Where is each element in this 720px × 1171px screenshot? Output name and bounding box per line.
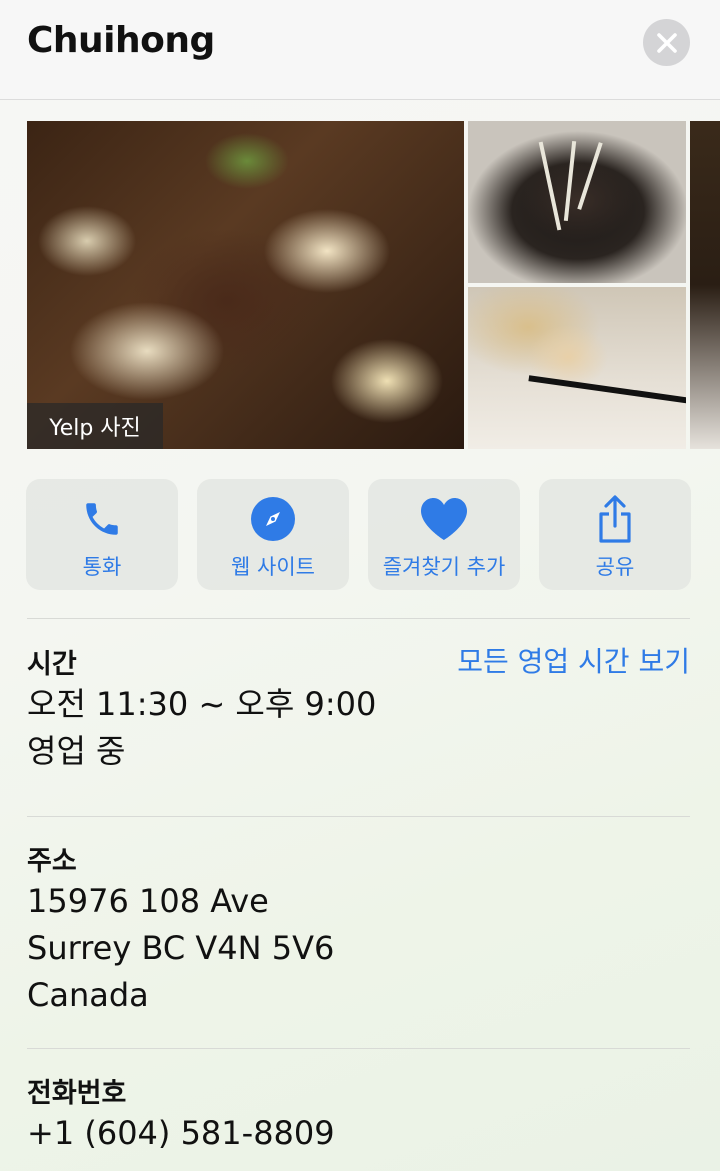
photo-next-peek[interactable] xyxy=(690,121,720,449)
address-section[interactable]: 주소 15976 108 Ave Surrey BC V4N 5V6 Canad… xyxy=(27,839,690,1019)
divider xyxy=(27,1048,690,1049)
open-status: 영업 중 xyxy=(27,732,126,770)
photo-source-badge: Yelp 사진 xyxy=(27,403,163,449)
share-button[interactable]: 공유 xyxy=(539,479,691,590)
address-line: Canada xyxy=(27,976,149,1014)
address-line: Surrey BC V4N 5V6 xyxy=(27,929,335,967)
photo-detail xyxy=(577,142,603,210)
compass-icon xyxy=(251,497,295,541)
place-header: Chuihong xyxy=(0,0,720,100)
close-icon xyxy=(656,32,677,53)
photo-main[interactable] xyxy=(27,121,464,449)
close-button[interactable] xyxy=(643,19,690,66)
call-button-label: 통화 xyxy=(82,555,122,579)
phone-number[interactable]: +1 (604) 581-8809 xyxy=(27,1110,690,1157)
photo-detail xyxy=(538,141,562,231)
phone-icon xyxy=(86,503,118,535)
photo-detail xyxy=(528,375,686,405)
website-button[interactable]: 웹 사이트 xyxy=(197,479,349,590)
share-button-label: 공유 xyxy=(595,555,635,579)
share-icon xyxy=(599,495,631,543)
heart-icon xyxy=(421,498,467,540)
all-hours-link[interactable]: 모든 영업 시간 보기 xyxy=(457,640,690,680)
photo-detail xyxy=(563,141,577,221)
add-favorite-button-label: 즐겨찾기 추가 xyxy=(382,555,506,579)
hours-time: 오전 11:30 ~ 오후 9:00 xyxy=(27,685,377,723)
call-button[interactable]: 통화 xyxy=(26,479,178,590)
photo-secondary-top[interactable] xyxy=(468,121,686,283)
website-button-label: 웹 사이트 xyxy=(231,555,315,579)
address-line: 15976 108 Ave xyxy=(27,882,269,920)
photo-gallery[interactable] xyxy=(27,121,720,449)
place-title: Chuihong xyxy=(27,20,215,61)
add-favorite-button[interactable]: 즐겨찾기 추가 xyxy=(368,479,520,590)
phone-label: 전화번호 xyxy=(27,1078,127,1109)
hours-section: 시간 모든 영업 시간 보기 오전 11:30 ~ 오후 9:00 영업 중 xyxy=(27,642,690,775)
divider xyxy=(27,816,690,817)
phone-section[interactable]: 전화번호 +1 (604) 581-8809 xyxy=(27,1071,690,1157)
divider xyxy=(27,618,690,619)
address-label: 주소 xyxy=(27,846,77,877)
photo-secondary-bottom[interactable] xyxy=(468,287,686,449)
